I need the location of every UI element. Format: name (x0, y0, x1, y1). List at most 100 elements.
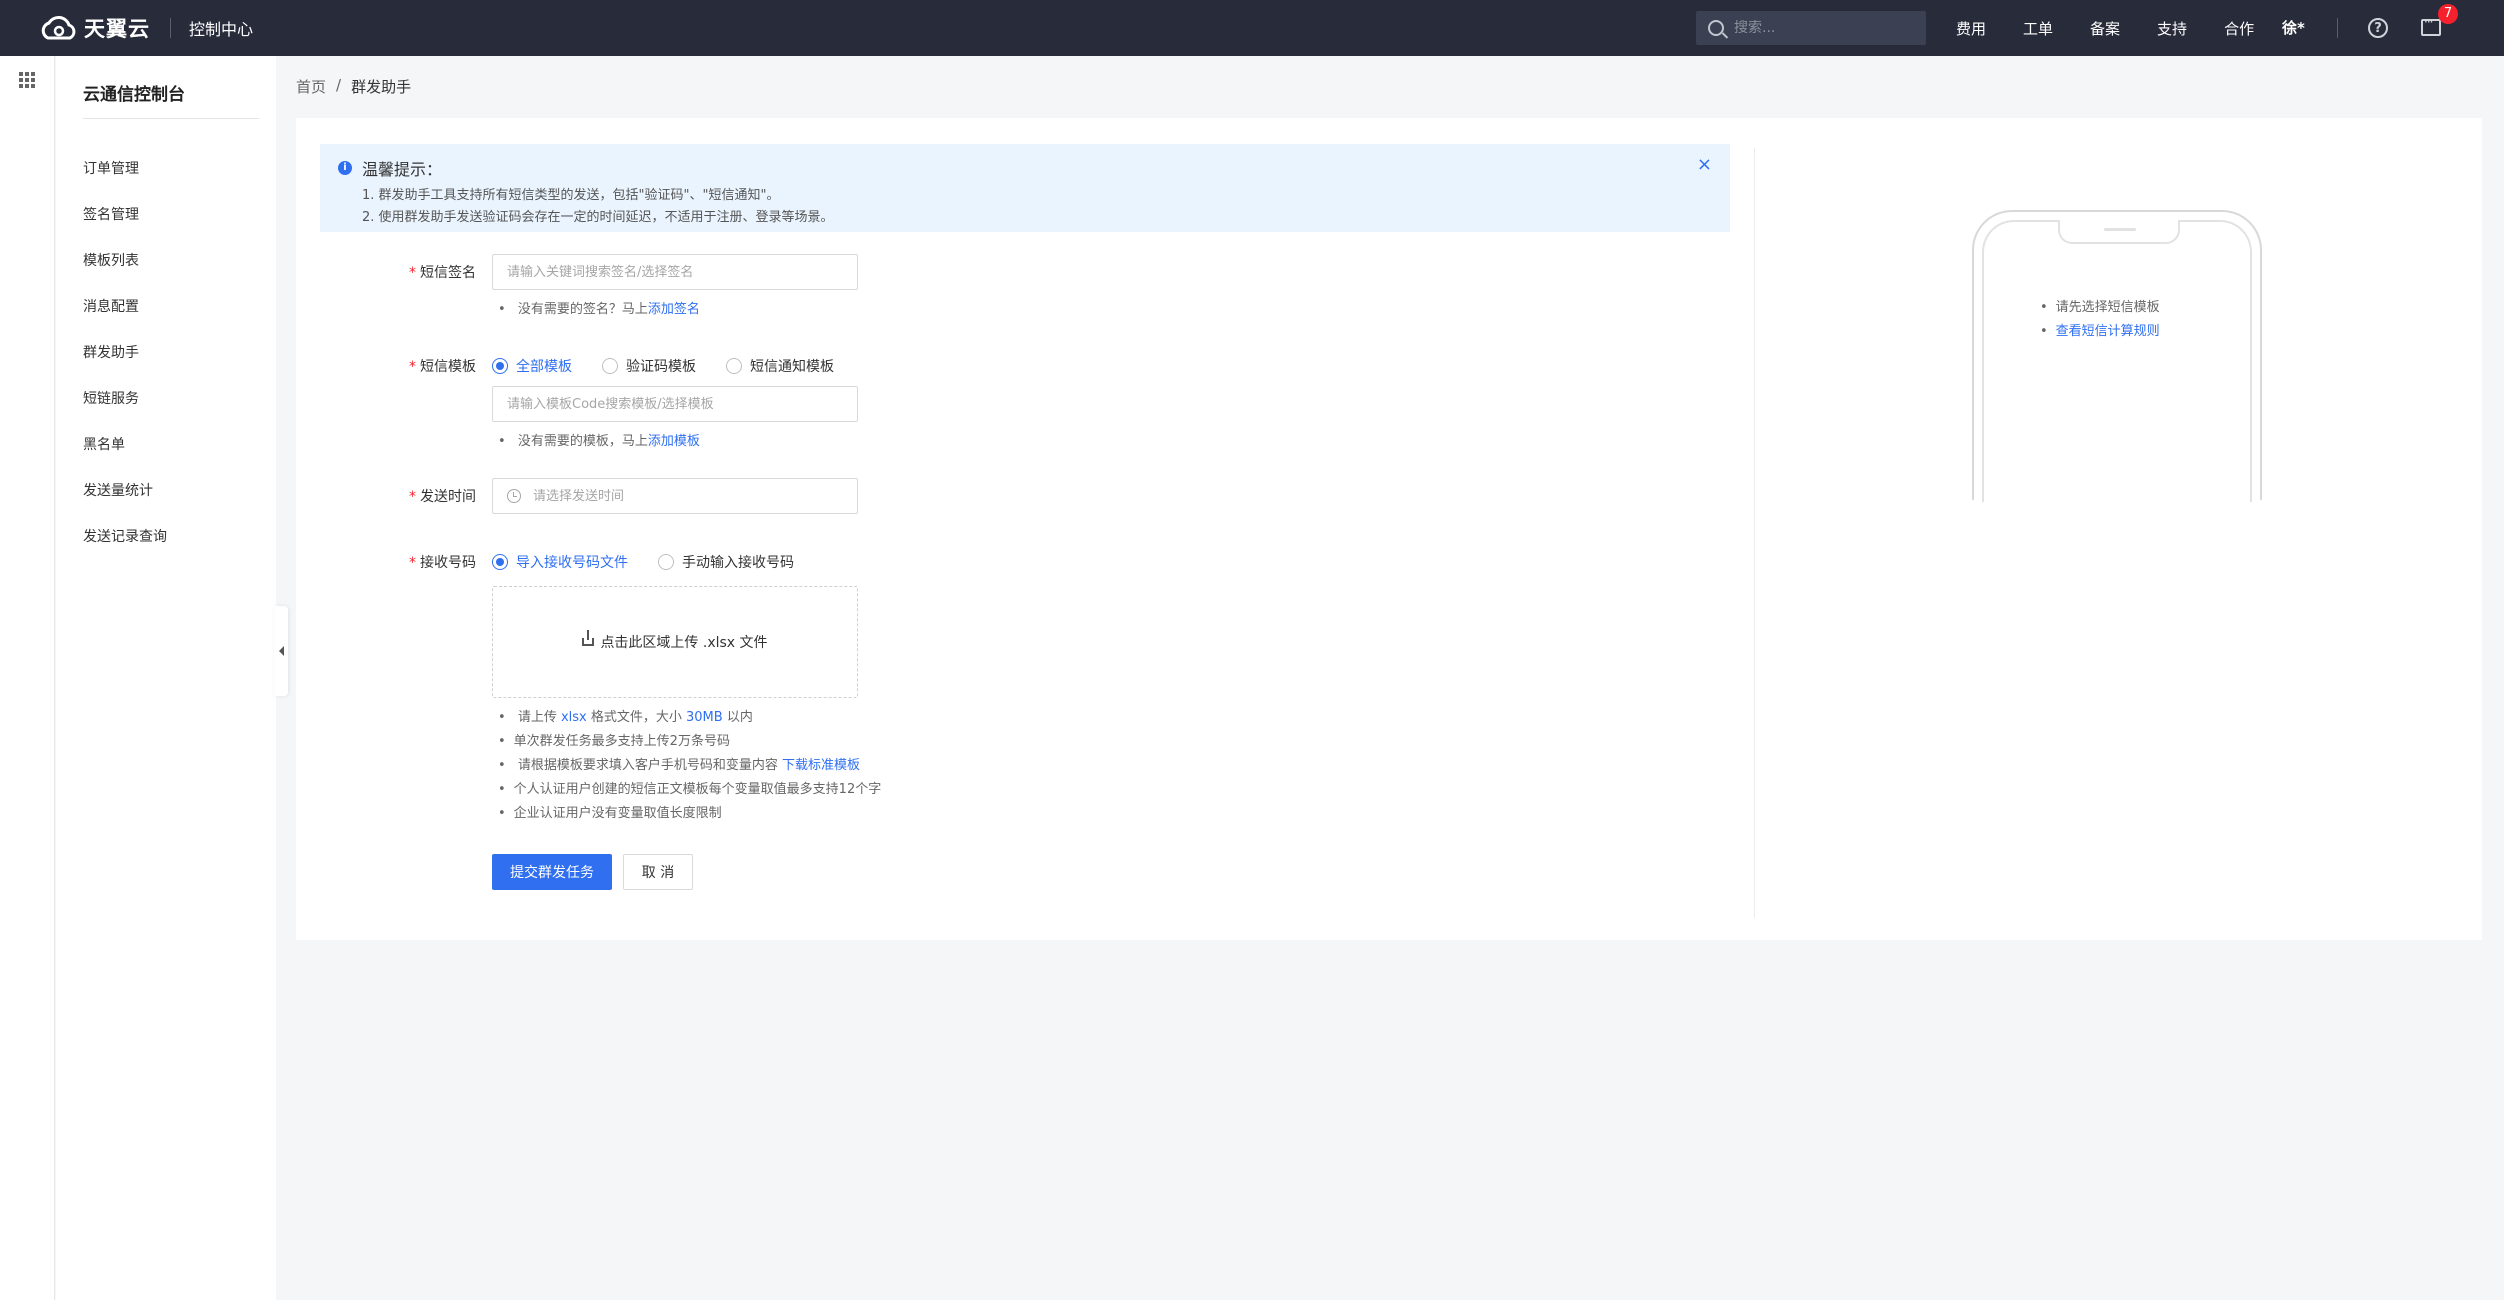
header-divider (170, 18, 171, 38)
sidebar-item-send-stats[interactable]: 发送量统计 (83, 468, 167, 514)
search-input[interactable] (1734, 20, 1904, 36)
breadcrumb-home[interactable]: 首页 (296, 76, 326, 97)
top-nav-links: 费用 工单 备案 支持 合作 (1956, 0, 2291, 56)
sidebar-item-send-records[interactable]: 发送记录查询 (83, 514, 167, 560)
radio-manual-input[interactable]: 手动输入接收号码 (658, 552, 794, 572)
radio-dot (492, 554, 508, 570)
phone-screen: 请先选择短信模板 查看短信计算规则 (1982, 220, 2252, 502)
radio-dot (658, 554, 674, 570)
nav-tickets[interactable]: 工单 (2023, 18, 2053, 39)
tip-alert: i 温馨提示： 1. 群发助手工具支持所有短信类型的发送，包括"验证码"、"短信… (320, 144, 1730, 232)
message-icon[interactable] (2421, 15, 2441, 36)
close-icon[interactable]: × (1697, 154, 1712, 175)
radio-label: 验证码模板 (626, 359, 696, 375)
global-search[interactable] (1696, 11, 1926, 45)
template-select[interactable] (492, 386, 858, 422)
sms-preview-phone: 请先选择短信模板 查看短信计算规则 (1972, 210, 2262, 502)
hint-text: 格式文件，大小 (586, 710, 686, 725)
template-label: * 短信模板 (296, 356, 476, 376)
user-menu[interactable]: 徐* (2282, 17, 2305, 38)
search-icon (1708, 20, 1724, 36)
numbers-label-text: 接收号码 (420, 555, 476, 571)
breadcrumb-current: 群发助手 (351, 78, 412, 96)
radio-import-file[interactable]: 导入接收号码文件 (492, 552, 628, 572)
radio-dot (492, 358, 508, 374)
upload-hint-4: 个人认证用户创建的短信正文模板每个变量取值最多支持12个字 (498, 778, 882, 797)
sms-billing-rules-link[interactable]: 查看短信计算规则 (2040, 320, 2160, 344)
submit-button[interactable]: 提交群发任务 (492, 854, 612, 890)
brand-name: 天翼云 (84, 17, 150, 41)
cloud-logo-icon (41, 16, 76, 40)
send-time-label-text: 发送时间 (420, 489, 476, 505)
preview-tip-select-template: 请先选择短信模板 (2040, 296, 2160, 320)
radio-label: 手动输入接收号码 (682, 555, 794, 571)
radio-notification-templates[interactable]: 短信通知模板 (726, 356, 834, 376)
add-signature-link[interactable]: 添加签名 (648, 302, 700, 317)
bulk-send-card: i 温馨提示： 1. 群发助手工具支持所有短信类型的发送，包括"验证码"、"短信… (296, 118, 2482, 940)
download-template-link[interactable]: 下载标准模板 (782, 758, 860, 773)
sidebar-item-short-links[interactable]: 短链服务 (83, 376, 167, 422)
upload-hint-1: 请上传 xlsx 格式文件，大小 30MB 以内 (498, 706, 753, 725)
sidebar-item-blacklist[interactable]: 黑名单 (83, 422, 167, 468)
template-label-text: 短信模板 (420, 359, 476, 375)
alert-line-2: 2. 使用群发助手发送验证码会存在一定的时间延迟，不适用于注册、登录等场景。 (362, 210, 834, 225)
signature-label: * 短信签名 (296, 262, 476, 282)
sidebar: 云通信控制台 订单管理 签名管理 模板列表 消息配置 群发助手 短链服务 黑名单… (56, 56, 276, 1300)
numbers-source-radios: 导入接收号码文件 手动输入接收号码 (492, 552, 824, 572)
upload-hint-5: 企业认证用户没有变量取值长度限制 (498, 802, 722, 821)
sidebar-item-message-config[interactable]: 消息配置 (83, 284, 167, 330)
signature-hint: 没有需要的签名？马上添加签名 (498, 298, 700, 317)
hint-text: 以内 (722, 710, 753, 725)
sidebar-item-orders[interactable]: 订单管理 (83, 146, 167, 192)
radio-label: 导入接收号码文件 (516, 555, 628, 571)
nav-billing[interactable]: 费用 (1956, 18, 1986, 39)
brand-logo[interactable]: 天翼云 (38, 13, 150, 43)
radio-dot (602, 358, 618, 374)
signature-hint-text: 没有需要的签名？马上 (517, 302, 648, 317)
preview-tips: 请先选择短信模板 查看短信计算规则 (2040, 296, 2160, 344)
required-mark: * (409, 489, 416, 505)
nav-filing[interactable]: 备案 (2090, 18, 2120, 39)
template-type-radios: 全部模板 验证码模板 短信通知模板 (492, 356, 864, 376)
grid-menu-icon[interactable] (19, 72, 35, 88)
signature-select[interactable] (492, 254, 858, 290)
info-icon: i (338, 161, 352, 175)
top-nav-bar: 天翼云 控制中心 费用 工单 备案 支持 合作 徐* ? 7 (0, 0, 2504, 56)
product-switcher-strip (0, 56, 55, 1300)
breadcrumb: 首页 / 群发助手 (296, 76, 411, 97)
upload-icon (582, 630, 595, 646)
radio-verification-templates[interactable]: 验证码模板 (602, 356, 696, 376)
help-icon[interactable]: ? (2368, 18, 2388, 38)
sidebar-item-templates[interactable]: 模板列表 (83, 238, 167, 284)
phone-notch (2058, 220, 2180, 244)
numbers-label: * 接收号码 (296, 552, 476, 572)
hint-size: 30MB (686, 710, 723, 725)
upload-dropzone[interactable]: 点击此区域上传 .xlsx 文件 (492, 586, 858, 698)
nav-support[interactable]: 支持 (2157, 18, 2187, 39)
send-time-picker[interactable] (492, 478, 858, 514)
preview-divider (1754, 148, 1755, 918)
sidebar-menu: 订单管理 签名管理 模板列表 消息配置 群发助手 短链服务 黑名单 发送量统计 … (83, 146, 167, 560)
sidebar-title: 云通信控制台 (83, 85, 185, 105)
radio-label: 全部模板 (516, 359, 572, 375)
radio-all-templates[interactable]: 全部模板 (492, 356, 572, 376)
upload-text: 点击此区域上传 .xlsx 文件 (600, 635, 768, 651)
sidebar-item-bulk-sender[interactable]: 群发助手 (83, 330, 167, 376)
sidebar-item-signatures[interactable]: 签名管理 (83, 192, 167, 238)
notification-badge: 7 (2438, 4, 2458, 24)
upload-hint-3: 请根据模板要求填入客户手机号码和变量内容 下载标准模板 (498, 754, 860, 773)
radio-dot (726, 358, 742, 374)
radio-label: 短信通知模板 (750, 359, 834, 375)
nav-partner[interactable]: 合作 (2224, 18, 2254, 39)
hint-text: 请上传 (517, 710, 561, 725)
breadcrumb-separator: / (336, 76, 342, 94)
send-time-input[interactable] (533, 488, 833, 504)
signature-label-text: 短信签名 (420, 265, 476, 281)
header-divider-right (2337, 18, 2338, 38)
sidebar-collapse-handle[interactable] (274, 606, 288, 696)
upload-hint-2: 单次群发任务最多支持上传2万条号码 (498, 730, 730, 749)
add-template-link[interactable]: 添加模板 (648, 434, 700, 449)
cancel-button[interactable]: 取 消 (623, 854, 693, 890)
console-title[interactable]: 控制中心 (189, 16, 253, 40)
hint-format: xlsx (560, 710, 587, 725)
